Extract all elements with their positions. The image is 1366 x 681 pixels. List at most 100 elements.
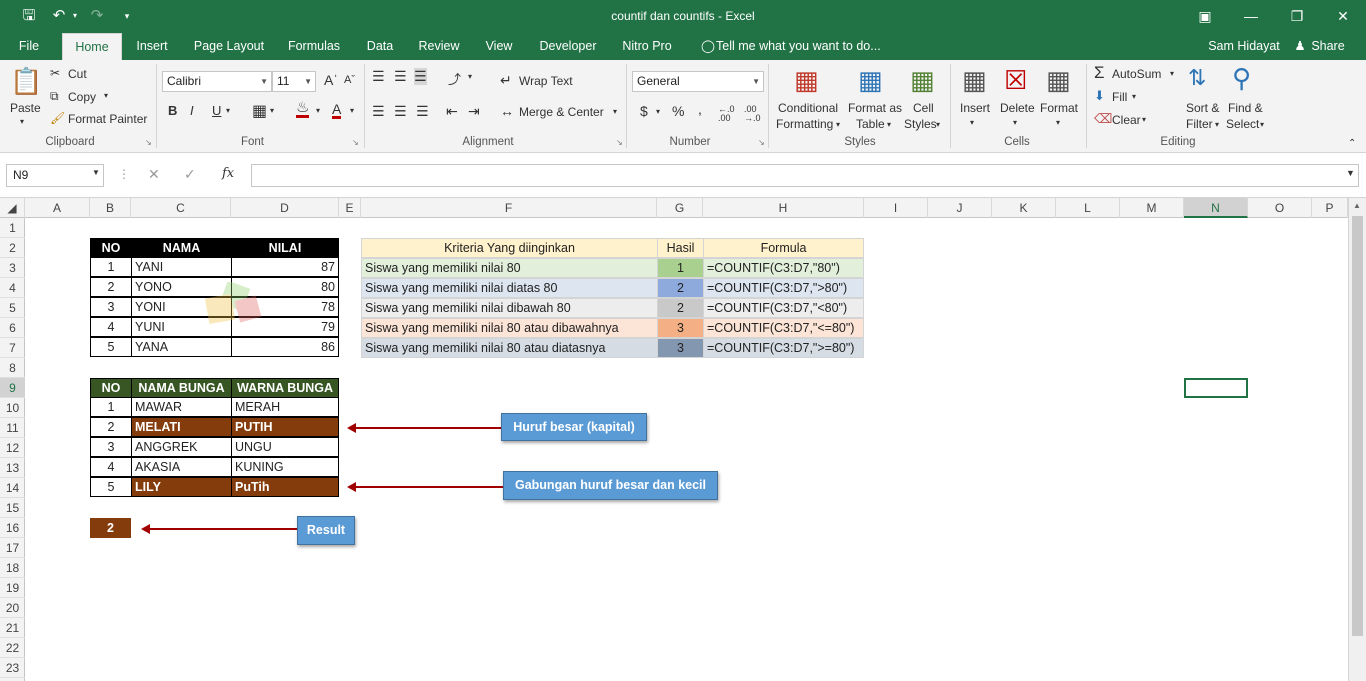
callout-kapital[interactable]: Huruf besar (kapital) (501, 413, 647, 441)
row-header[interactable]: 17 (0, 538, 25, 558)
tab-insert[interactable]: Insert (130, 33, 174, 60)
table-cell[interactable]: 5 (90, 477, 132, 497)
decrease-font-icon[interactable]: Aˇ (344, 74, 355, 86)
column-header-e[interactable]: E (339, 198, 361, 218)
enter-icon[interactable]: ✓ (184, 166, 196, 183)
autosum-button[interactable]: AutoSum (1112, 67, 1161, 81)
row-header[interactable]: 11 (0, 418, 25, 438)
format-as-table-icon[interactable]: ▦ (858, 65, 883, 96)
cut-button[interactable]: Cut (68, 67, 87, 81)
name-box[interactable]: N9 (6, 164, 104, 187)
table-cell[interactable]: 86 (231, 337, 339, 357)
bottom-align-icon[interactable]: ☰ (414, 68, 427, 85)
paste-dropdown-icon[interactable]: ▾ (20, 117, 24, 126)
copy-button[interactable]: Copy (68, 90, 96, 104)
table-cell[interactable]: Siswa yang memiliki nilai dibawah 80 (361, 298, 658, 318)
row-header[interactable]: 19 (0, 578, 25, 598)
result-cell[interactable]: 2 (90, 518, 131, 538)
column-header-l[interactable]: L (1056, 198, 1120, 218)
autosum-dropdown-icon[interactable]: ▾ (1170, 69, 1174, 78)
row-header[interactable]: 21 (0, 618, 25, 638)
table-cell[interactable]: KUNING (231, 457, 339, 477)
sort-filter-label-2[interactable]: Filter (1186, 117, 1213, 131)
row-header[interactable]: 6 (0, 318, 25, 338)
table-cell[interactable]: 4 (90, 457, 132, 477)
user-name[interactable]: Sam Hidayat (1204, 33, 1284, 60)
column-header-b[interactable]: B (90, 198, 131, 218)
autosum-icon[interactable]: Σ (1094, 63, 1105, 83)
tab-nitro-pro[interactable]: Nitro Pro (616, 33, 678, 60)
scroll-thumb[interactable] (1352, 216, 1363, 636)
cell-styles-dropdown-icon[interactable]: ▾ (936, 120, 940, 129)
column-header-c[interactable]: C (131, 198, 231, 218)
hasil-cell[interactable]: 3 (657, 338, 704, 358)
find-select-dropdown-icon[interactable]: ▾ (1260, 120, 1264, 129)
row-header[interactable]: 7 (0, 338, 25, 358)
middle-align-icon[interactable]: ☰ (394, 68, 407, 85)
fill-icon[interactable]: ⬇ (1094, 88, 1105, 104)
comma-button[interactable]: , (698, 101, 702, 117)
row-header[interactable]: 13 (0, 458, 25, 478)
clipboard-launcher-icon[interactable]: ↘ (145, 138, 152, 147)
row-header[interactable]: 12 (0, 438, 25, 458)
table-cell[interactable]: LILY (131, 477, 232, 497)
find-select-label-2[interactable]: Select (1226, 117, 1259, 131)
find-select-icon[interactable]: ⚲ (1232, 63, 1251, 94)
hasil-cell[interactable]: 2 (657, 298, 704, 318)
table-header[interactable]: NO (90, 238, 132, 258)
tab-file[interactable]: File (10, 33, 48, 60)
borders-dropdown-icon[interactable]: ▾ (270, 106, 274, 115)
tab-developer[interactable]: Developer (534, 33, 602, 60)
increase-decimal-icon[interactable]: ←.0.00 (718, 105, 735, 123)
table-header[interactable]: Hasil (657, 238, 704, 258)
increase-font-icon[interactable]: Aˈ (324, 72, 338, 88)
copy-icon[interactable]: ⧉ (50, 89, 59, 104)
hasil-cell[interactable]: 1 (657, 258, 704, 278)
fill-color-dropdown-icon[interactable]: ▾ (316, 106, 320, 115)
collapse-ribbon-icon[interactable]: ⌃ (1348, 138, 1356, 149)
column-header-n[interactable]: N (1184, 198, 1248, 218)
paste-button[interactable]: Paste (10, 101, 41, 115)
table-header[interactable]: NAMA BUNGA (131, 378, 232, 398)
table-cell[interactable]: MELATI (131, 417, 232, 437)
underline-button[interactable]: U (212, 103, 221, 118)
row-header[interactable]: 23 (0, 658, 25, 678)
table-header[interactable]: WARNA BUNGA (231, 378, 339, 398)
clear-button[interactable]: Clear (1112, 113, 1141, 127)
format-painter-icon[interactable]: 🖌 (50, 111, 65, 125)
delete-dropdown-icon[interactable]: ▾ (1013, 118, 1017, 127)
close-icon[interactable]: ✕ (1328, 5, 1358, 27)
format-dropdown-icon[interactable]: ▾ (1056, 118, 1060, 127)
table-header[interactable]: NAMA (131, 238, 232, 258)
table-cell[interactable]: 1 (90, 397, 132, 417)
table-header[interactable]: NO (90, 378, 132, 398)
sort-filter-dropdown-icon[interactable]: ▾ (1215, 120, 1219, 129)
table-cell[interactable]: Siswa yang memiliki nilai diatas 80 (361, 278, 658, 298)
orientation-icon[interactable]: ⤴ (448, 69, 461, 88)
column-header-a[interactable]: A (25, 198, 90, 218)
merge-dropdown-icon[interactable]: ▾ (613, 107, 617, 116)
insert-cells-button[interactable]: Insert (960, 101, 990, 115)
tab-page-layout[interactable]: Page Layout (188, 33, 270, 60)
table-cell[interactable]: 1 (90, 257, 132, 277)
column-header-g[interactable]: G (657, 198, 703, 218)
fill-button[interactable]: Fill (1112, 90, 1127, 104)
tab-review[interactable]: Review (412, 33, 466, 60)
table-cell[interactable]: =COUNTIF(C3:D7,"<=80") (703, 318, 864, 338)
cut-icon[interactable]: ✂ (50, 66, 60, 80)
table-cell[interactable]: YANI (131, 257, 232, 277)
top-align-icon[interactable]: ☰ (372, 68, 385, 85)
currency-dropdown-icon[interactable]: ▾ (656, 107, 660, 116)
row-header[interactable]: 16 (0, 518, 25, 538)
column-header-h[interactable]: H (703, 198, 864, 218)
active-cell-n9[interactable] (1184, 378, 1248, 398)
fill-dropdown-icon[interactable]: ▾ (1132, 92, 1136, 101)
merge-center-button[interactable]: Merge & Center (519, 105, 604, 119)
table-cell[interactable]: AKASIA (131, 457, 232, 477)
table-cell[interactable]: 5 (90, 337, 132, 357)
column-header-j[interactable]: J (928, 198, 992, 218)
sort-filter-icon[interactable]: ⇅ (1188, 65, 1206, 91)
column-header-m[interactable]: M (1120, 198, 1184, 218)
format-as-table-dropdown-icon[interactable]: ▾ (887, 120, 891, 129)
share-button[interactable]: Share (1310, 33, 1346, 60)
